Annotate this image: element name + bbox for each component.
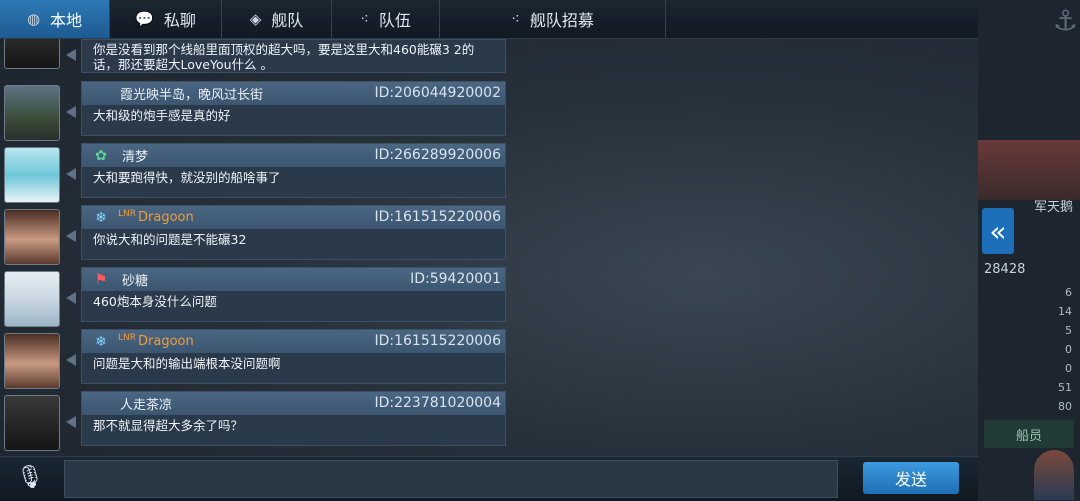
message-text: 你是没看到那个线船里面顶权的超大吗，要是这里大和460能碾3 2的话，那还要超大… xyxy=(93,42,475,72)
user-id: ID:59420001 xyxy=(410,271,501,287)
message-bubble: 人走茶凉 ID:223781020004 那不就显得超大多余了吗？ xyxy=(81,391,506,446)
message-bubble: ❄ LNR Dragoon ID:161515220006 问题是大和的输出端根… xyxy=(81,329,506,384)
tab-fleet-recruit[interactable]: ⁖ 舰队招募 xyxy=(440,0,666,38)
bubble-pointer xyxy=(66,230,76,242)
message-text: 问题是大和的输出端根本没问题啊 xyxy=(93,356,281,371)
message-header: ❄ LNR Dragoon ID:161515220006 xyxy=(82,330,505,353)
snowflake-badge-icon: ❄ xyxy=(95,209,107,226)
ship-name-partial: 军天鹅 xyxy=(1034,200,1074,215)
tab-team[interactable]: ⁖ 队伍 xyxy=(332,0,440,38)
bubble-pointer xyxy=(66,168,76,180)
team-icon: ⁖ xyxy=(360,10,369,28)
user-id: ID:206044920002 xyxy=(374,85,501,101)
avatar[interactable] xyxy=(4,39,60,69)
user-id: ID:161515220006 xyxy=(374,333,501,349)
message-bubble: ❄ LNR Dragoon ID:161515220006 你说大和的问题是不能… xyxy=(81,205,506,260)
bubble-pointer xyxy=(66,49,76,61)
chat-message: 人走茶凉 ID:223781020004 那不就显得超大多余了吗？ xyxy=(0,391,510,451)
message-header: 人走茶凉 ID:223781020004 xyxy=(82,392,505,415)
user-id: ID:266289920006 xyxy=(374,147,501,163)
chat-message: ⚑ 砂糖 ID:59420001 460炮本身没什么问题 xyxy=(0,267,510,327)
user-id: ID:161515220006 xyxy=(374,209,501,225)
avatar[interactable] xyxy=(4,271,60,327)
snowflake-badge-icon: ❄ xyxy=(95,333,107,350)
microphone-icon[interactable]: 🎙 xyxy=(16,465,44,493)
tab-private[interactable]: 💬 私聊 xyxy=(110,0,222,38)
fleet-badge-icon: ✿ xyxy=(95,147,107,164)
chat-message: ❄ LNR Dragoon ID:161515220006 你说大和的问题是不能… xyxy=(0,205,510,265)
user-name[interactable]: 霞光映半岛，晚风过长街 xyxy=(120,84,263,103)
message-header: ✿ 清梦 ID:266289920006 xyxy=(82,144,505,167)
message-text: 大和级的炮手感是真的好 xyxy=(93,108,231,123)
tab-fleet[interactable]: ◈ 舰队 xyxy=(222,0,332,38)
message-text: 460炮本身没什么问题 xyxy=(93,294,217,309)
bubble-pointer xyxy=(66,354,76,366)
chat-message-list[interactable]: 你是没看到那个线船里面顶权的超大吗，要是这里大和460能碾3 2的话，那还要超大… xyxy=(0,39,978,455)
bubble-pointer xyxy=(66,292,76,304)
fleet-icon: ◈ xyxy=(249,10,262,28)
avatar[interactable] xyxy=(4,85,60,141)
officer-avatar xyxy=(1034,450,1074,500)
avatar[interactable] xyxy=(4,209,60,265)
chat-message: 你是没看到那个线船里面顶权的超大吗，要是这里大和460能碾3 2的话，那还要超大… xyxy=(0,39,510,75)
message-bubble: ⚑ 砂糖 ID:59420001 460炮本身没什么问题 xyxy=(81,267,506,322)
message-header: ⚑ 砂糖 ID:59420001 xyxy=(82,268,505,291)
message-text: 大和要跑得快，就没别的船啥事了 xyxy=(93,170,281,185)
bubble-pointer xyxy=(66,416,76,428)
globe-icon: ◍ xyxy=(26,10,41,28)
ship-banner xyxy=(978,140,1080,200)
collapse-chat-chevron-icon[interactable]: « xyxy=(982,208,1014,254)
tab-local[interactable]: ◍ 本地 xyxy=(0,0,110,38)
avatar[interactable] xyxy=(4,147,60,203)
chat-input-bar: 🎙 发送 xyxy=(0,456,978,501)
avatar[interactable] xyxy=(4,395,60,451)
user-name[interactable]: 人走茶凉 xyxy=(120,394,172,413)
chat-tabs: ◍ 本地 💬 私聊 ◈ 舰队 ⁖ 队伍 ⁖ 舰队招募 xyxy=(0,0,978,39)
chat-message: 霞光映半岛，晚风过长街 ID:206044920002 大和级的炮手感是真的好 xyxy=(0,81,510,141)
message-header: 霞光映半岛，晚风过长街 ID:206044920002 xyxy=(82,82,505,105)
message-text: 你说大和的问题是不能碾32 xyxy=(93,232,247,247)
avatar[interactable] xyxy=(4,333,60,389)
message-header: ❄ LNR Dragoon ID:161515220006 xyxy=(82,206,505,229)
recruit-icon: ⁖ xyxy=(511,10,520,28)
chat-bubble-icon: 💬 xyxy=(135,10,154,28)
user-name[interactable]: Dragoon xyxy=(138,334,194,349)
bubble-pointer xyxy=(66,106,76,118)
user-prefix: LNR xyxy=(118,333,136,343)
send-button[interactable]: 发送 xyxy=(863,462,959,494)
message-bubble: 你是没看到那个线船里面顶权的超大吗，要是这里大和460能碾3 2的话，那还要超大… xyxy=(81,39,506,73)
user-name[interactable]: 砂糖 xyxy=(122,270,148,289)
message-bubble: 霞光映半岛，晚风过长街 ID:206044920002 大和级的炮手感是真的好 xyxy=(81,81,506,136)
user-prefix: LNR xyxy=(118,209,136,219)
message-bubble: ✿ 清梦 ID:266289920006 大和要跑得快，就没别的船啥事了 xyxy=(81,143,506,198)
message-text: 那不就显得超大多余了吗？ xyxy=(93,418,244,433)
user-name[interactable]: 清梦 xyxy=(122,146,148,165)
chat-message: ✿ 清梦 ID:266289920006 大和要跑得快，就没别的船啥事了 xyxy=(0,143,510,203)
user-name[interactable]: Dragoon xyxy=(138,210,194,225)
chat-message: ❄ LNR Dragoon ID:161515220006 问题是大和的输出端根… xyxy=(0,329,510,389)
flag-badge-icon: ⚑ xyxy=(94,271,108,288)
anchor-icon: ⚓ xyxy=(1052,4,1078,37)
user-id: ID:223781020004 xyxy=(374,395,501,411)
score-value: 28428 xyxy=(984,262,1026,277)
chat-input[interactable] xyxy=(64,460,838,498)
crew-button[interactable]: 船员 xyxy=(984,420,1074,448)
